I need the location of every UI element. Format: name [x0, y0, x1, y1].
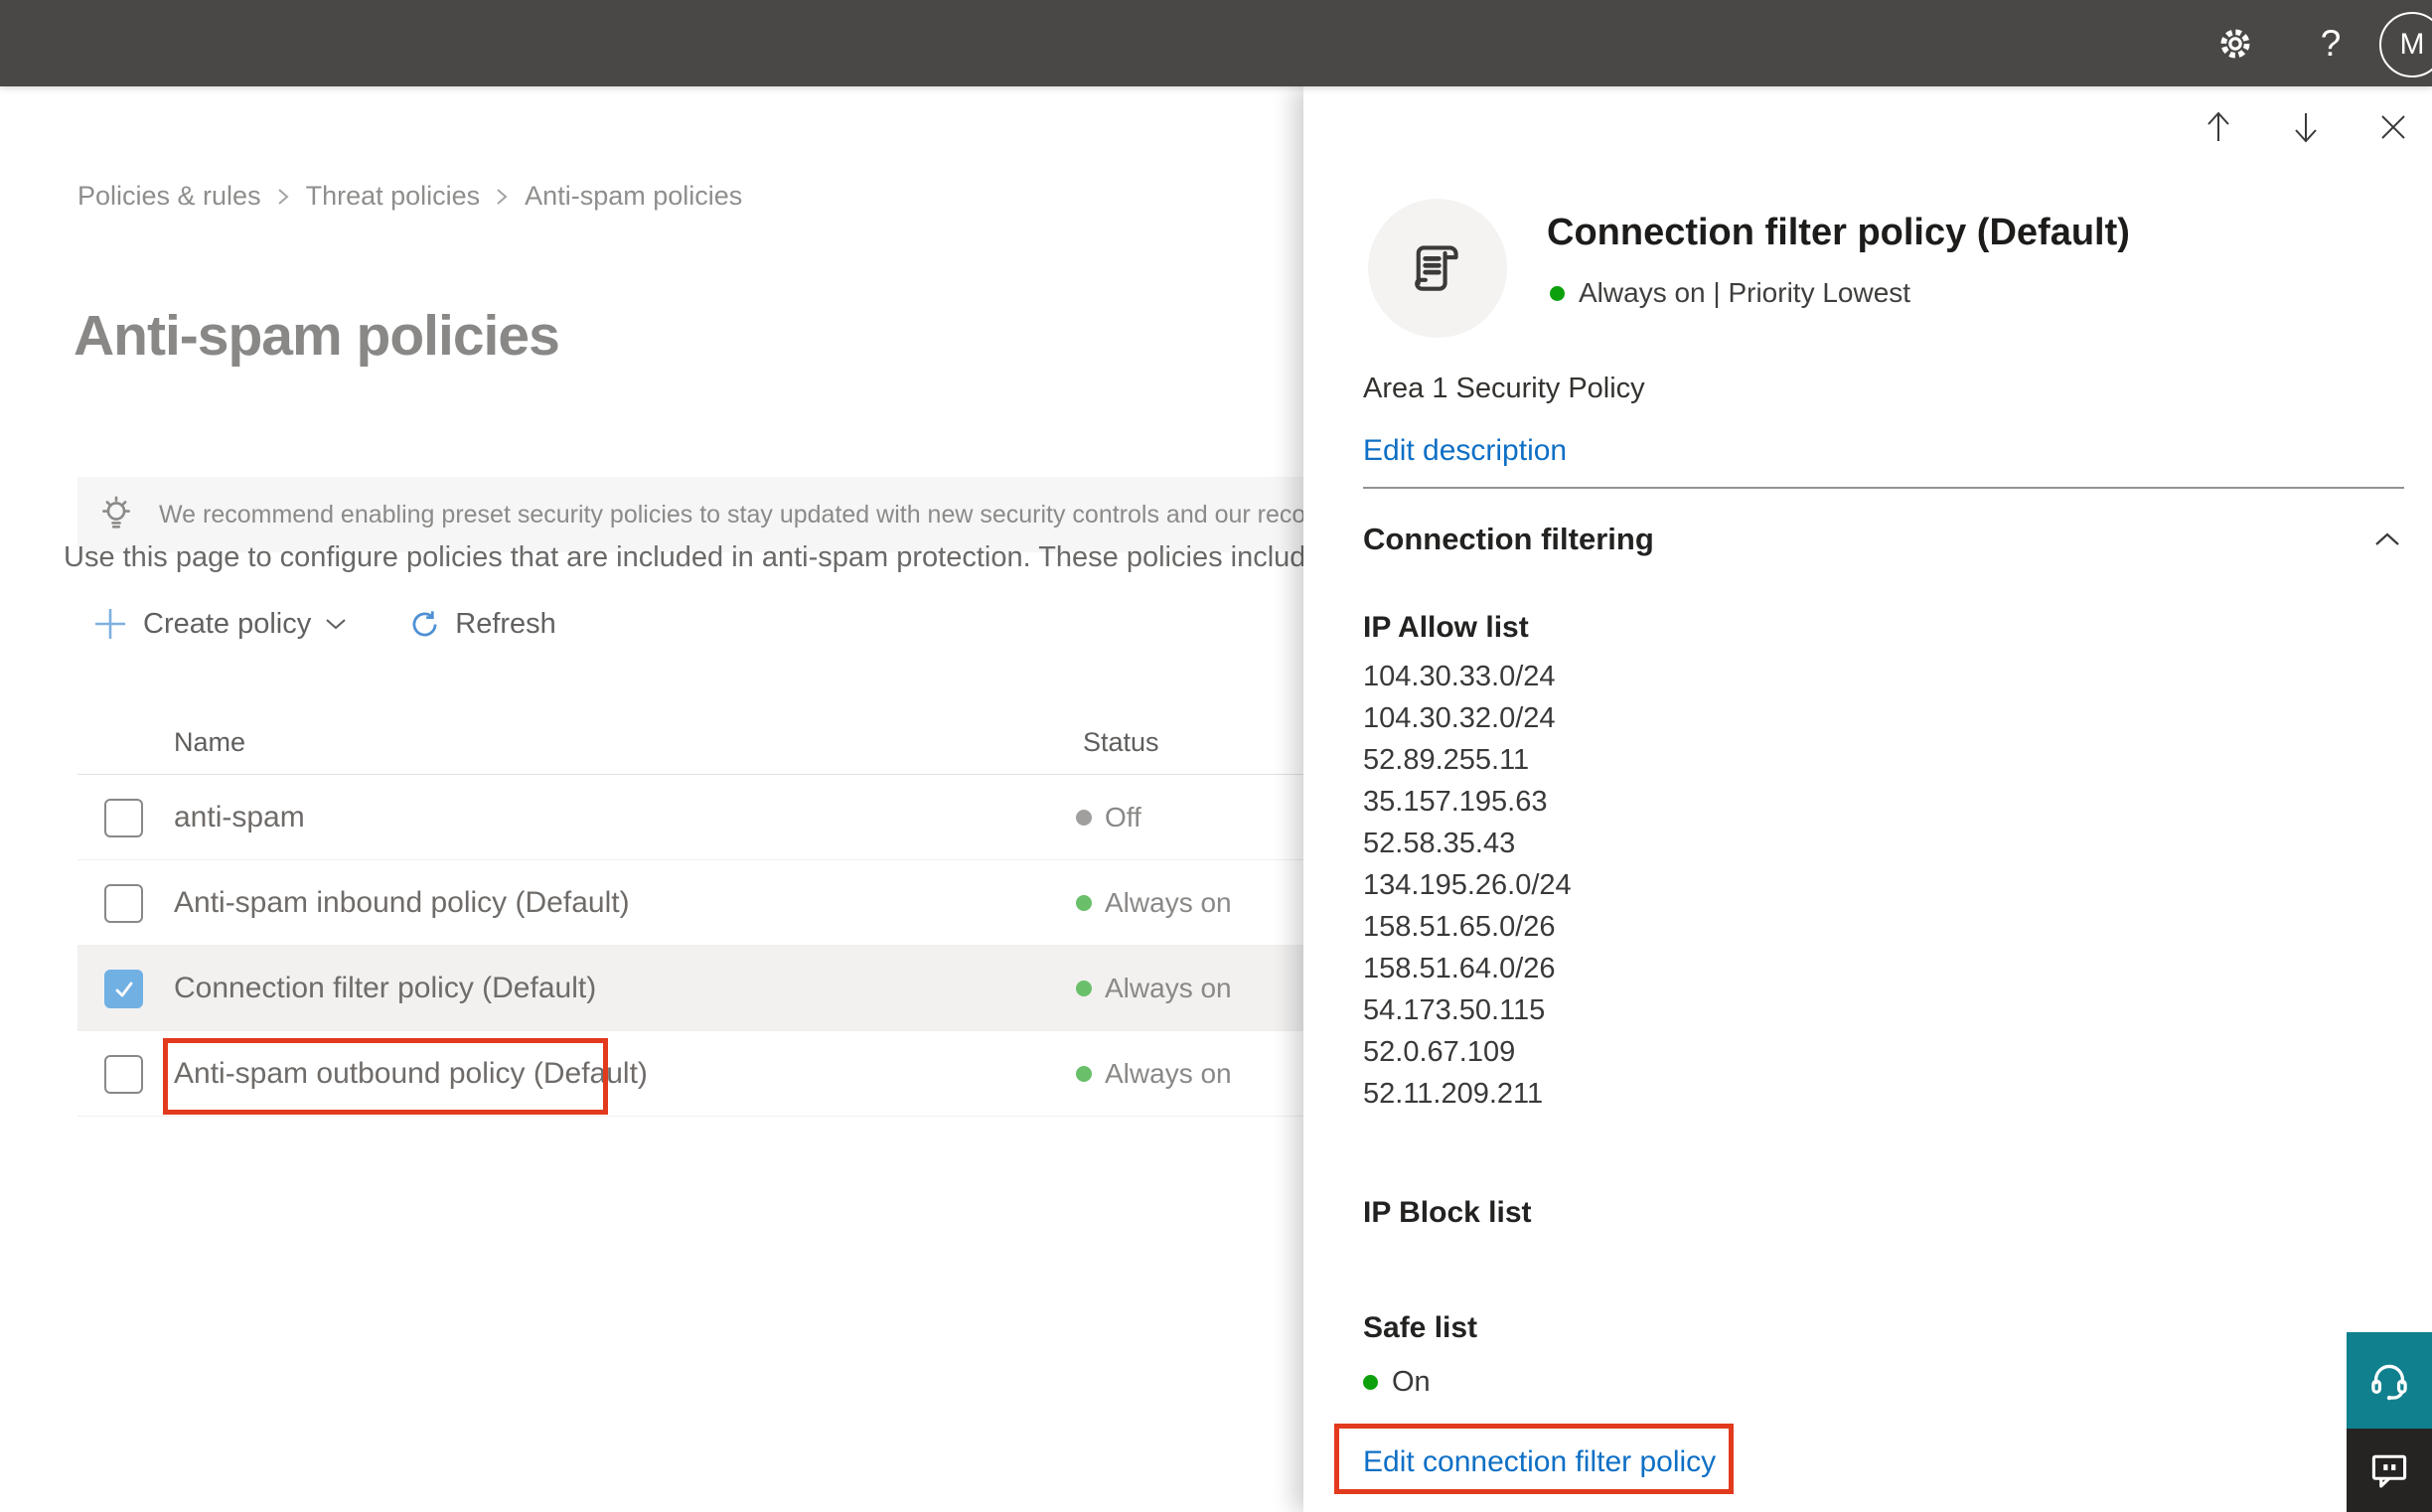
arrow-down-icon: [2295, 113, 2317, 143]
ip-entry: 35.157.195.63: [1363, 786, 1548, 818]
ip-block-list-title: IP Block list: [1363, 1196, 1532, 1229]
chevron-up-icon: [2375, 532, 2399, 545]
table-row-anti-spam[interactable]: anti-spam Off: [77, 775, 1303, 860]
status-cell: Off: [1076, 775, 1141, 860]
create-policy-label: Create policy: [143, 607, 312, 640]
policy-name: Connection filter policy (Default): [174, 972, 597, 1004]
chevron-right-icon: [496, 187, 509, 207]
previous-item-button[interactable]: [2198, 106, 2239, 148]
ip-entry: 104.30.33.0/24: [1363, 661, 1556, 692]
page-description: Use this page to configure policies that…: [64, 541, 1303, 573]
next-item-button[interactable]: [2285, 106, 2327, 148]
status-dot-always-on: [1550, 285, 1565, 301]
flyout-status-text: Always on | Priority Lowest: [1579, 277, 1911, 308]
ip-entry: 52.89.255.11: [1363, 744, 1530, 776]
close-flyout-button[interactable]: [2372, 106, 2414, 148]
scroll-icon: [1415, 245, 1458, 291]
status-cell: Always on: [1076, 946, 1232, 1031]
plus-icon: [91, 605, 129, 643]
policy-details-flyout: Connection filter policy (Default) Alway…: [1303, 86, 2432, 1512]
connection-filtering-title: Connection filtering: [1363, 522, 1654, 556]
ip-entry: 52.58.35.43: [1363, 828, 1516, 859]
row-checkbox-unchecked[interactable]: [104, 1055, 143, 1094]
table-row-anti-spam-outbound[interactable]: Anti-spam outbound policy (Default) Alwa…: [77, 1031, 1303, 1117]
avatar-initial: M: [2399, 28, 2425, 61]
edit-description-link[interactable]: Edit description: [1363, 434, 1567, 468]
status-dot-safe-list-on: [1363, 1375, 1378, 1390]
column-header-status[interactable]: Status: [1083, 727, 1159, 758]
section-divider: [1363, 487, 2404, 489]
ip-entry: 158.51.65.0/26: [1363, 911, 1556, 943]
support-button[interactable]: [2347, 1332, 2432, 1429]
table-header-row: Name Status: [77, 705, 1303, 775]
page-title: Anti-spam policies: [74, 304, 560, 368]
status-cell: Always on: [1076, 1031, 1232, 1117]
close-icon: [2381, 115, 2405, 139]
ip-entry: 158.51.64.0/26: [1363, 953, 1556, 984]
lightbulb-icon: [95, 494, 137, 535]
checkmark-icon: [115, 982, 132, 996]
create-policy-button[interactable]: Create policy: [91, 605, 347, 643]
refresh-label: Refresh: [455, 607, 556, 640]
status-cell: Always on: [1076, 860, 1232, 946]
status-dot-on: [1076, 1066, 1092, 1082]
status-label: Always on: [1105, 973, 1232, 1003]
breadcrumb-threat-policies[interactable]: Threat policies: [306, 181, 481, 212]
table-row-connection-filter[interactable]: Connection filter policy (Default) Alway…: [77, 946, 1303, 1031]
safe-list-status: On: [1363, 1366, 1431, 1399]
connection-filtering-section-header: Connection filtering: [1363, 522, 2404, 557]
ip-entry: 52.0.67.109: [1363, 1036, 1516, 1068]
status-label: Off: [1105, 802, 1141, 832]
ip-allow-list-title: IP Allow list: [1363, 611, 1529, 644]
policies-table: Name Status anti-spam Off Anti-spam inbo…: [77, 705, 1303, 1117]
policy-icon-badge: [1368, 199, 1507, 338]
ip-entry: 134.195.26.0/24: [1363, 869, 1572, 901]
status-dot-on: [1076, 895, 1092, 911]
ip-entry: 104.30.32.0/24: [1363, 702, 1556, 734]
ip-allow-list: 104.30.33.0/24 104.30.32.0/24 52.89.255.…: [1363, 661, 1572, 1120]
banner-text: We recommend enabling preset security po…: [159, 500, 1329, 529]
chevron-right-icon: [277, 187, 290, 207]
settings-button[interactable]: [2204, 0, 2267, 86]
edit-connection-filter-policy-link[interactable]: Edit connection filter policy: [1363, 1445, 1716, 1479]
policy-name: Anti-spam inbound policy (Default): [174, 886, 630, 919]
refresh-button[interactable]: Refresh: [408, 608, 570, 641]
row-checkbox-unchecked[interactable]: [104, 799, 143, 837]
chevron-down-icon: [325, 617, 347, 631]
row-checkbox-checked[interactable]: [104, 970, 143, 1008]
breadcrumb: Policies & rules Threat policies Anti-sp…: [77, 181, 742, 212]
ip-entry: 52.11.209.211: [1363, 1078, 1544, 1110]
safe-list-title: Safe list: [1363, 1311, 1478, 1344]
table-row-anti-spam-inbound[interactable]: Anti-spam inbound policy (Default) Alway…: [77, 860, 1303, 946]
gear-icon: [2215, 24, 2255, 64]
safe-list-status-label: On: [1392, 1366, 1431, 1398]
status-dot-on: [1076, 981, 1092, 996]
question-mark-icon: ?: [2320, 22, 2342, 64]
refresh-icon: [408, 608, 441, 641]
headset-icon: [2371, 1364, 2407, 1400]
arrow-up-icon: [2207, 111, 2229, 141]
flyout-toolbar: [2198, 106, 2414, 148]
ip-entry: 54.173.50.115: [1363, 994, 1546, 1026]
flyout-status: Always on | Priority Lowest: [1550, 277, 1910, 309]
column-header-name[interactable]: Name: [174, 727, 245, 758]
flyout-title: Connection filter policy (Default): [1547, 212, 2130, 253]
list-toolbar: Create policy Refresh: [91, 605, 570, 643]
status-label: Always on: [1105, 887, 1232, 918]
help-button[interactable]: ?: [2301, 0, 2360, 86]
policy-name: Anti-spam outbound policy (Default): [174, 1057, 648, 1090]
breadcrumb-policies-rules[interactable]: Policies & rules: [77, 181, 261, 212]
feedback-chat-icon: [2371, 1454, 2407, 1488]
policy-description: Area 1 Security Policy: [1363, 373, 1645, 404]
status-label: Always on: [1105, 1058, 1232, 1089]
breadcrumb-anti-spam-policies: Anti-spam policies: [525, 181, 743, 211]
account-avatar[interactable]: M: [2379, 12, 2432, 77]
feedback-button[interactable]: [2347, 1429, 2432, 1512]
top-app-bar: ? M: [0, 0, 2432, 86]
policy-name: anti-spam: [174, 801, 305, 833]
row-checkbox-unchecked[interactable]: [104, 884, 143, 923]
status-dot-off: [1076, 810, 1092, 826]
collapse-section-button[interactable]: [2370, 528, 2404, 551]
